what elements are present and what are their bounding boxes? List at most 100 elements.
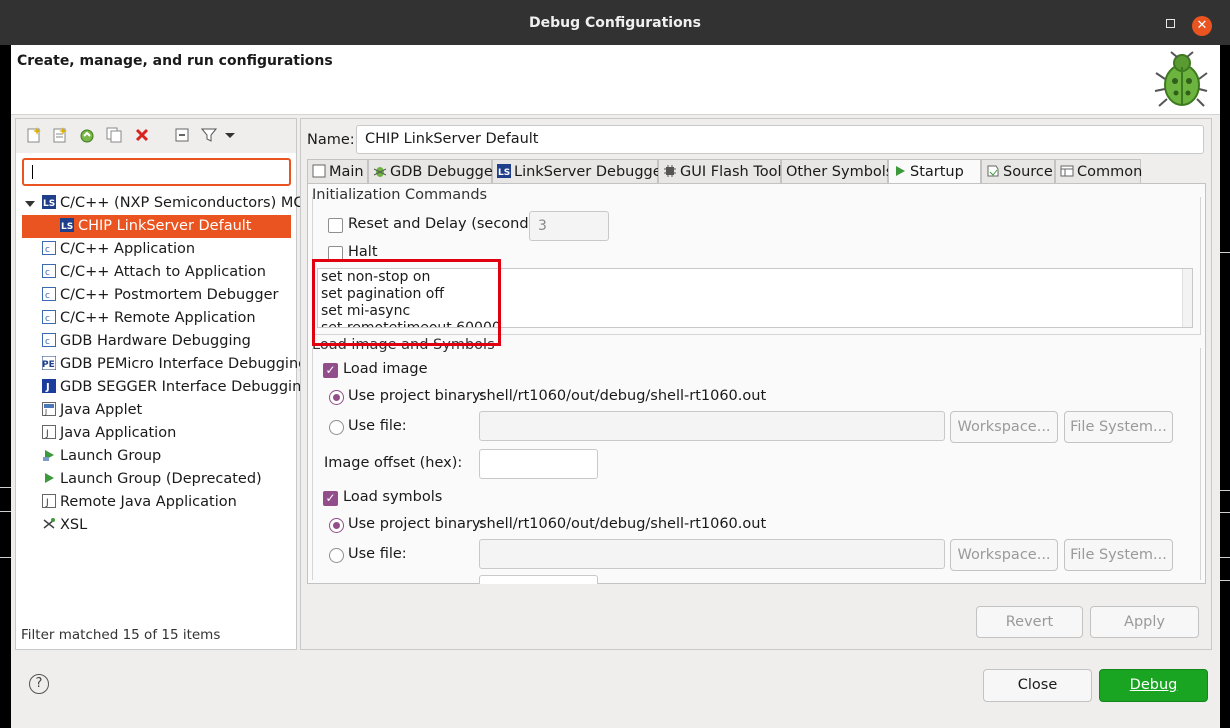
tree-item-java-application[interactable]: J Java Application (42, 422, 176, 445)
tab-source[interactable]: Source (981, 159, 1055, 184)
load-symbols-checkbox[interactable]: ✓ (323, 491, 338, 506)
background-right-edge (1220, 45, 1230, 728)
close-button[interactable]: Close (983, 669, 1092, 702)
collapse-all-icon[interactable] (174, 127, 190, 143)
svg-text:c: c (45, 245, 50, 255)
main-tab-icon (312, 164, 326, 178)
image-project-binary-radio[interactable] (329, 390, 344, 405)
revert-button[interactable]: Revert (976, 606, 1083, 638)
symbols-filesystem-button[interactable]: File System... (1064, 539, 1173, 571)
reset-delay-checkbox[interactable] (328, 218, 343, 233)
c-app-icon: c (42, 287, 56, 301)
export-configuration-icon[interactable] (79, 127, 95, 143)
new-prototype-icon[interactable] (52, 127, 68, 143)
tree-item-gdb-pemicro[interactable]: PE GDB PEMicro Interface Debugging (42, 353, 307, 376)
tree-item-gdb-segger[interactable]: J GDB SEGGER Interface Debugging (42, 376, 310, 399)
configuration-editor-pane: Name: CHIP LinkServer Default Main GDB D… (300, 118, 1212, 650)
ls-icon: LS (497, 164, 511, 178)
chevron-down-icon[interactable] (224, 127, 236, 143)
svg-text:c: c (45, 291, 50, 301)
image-workspace-button[interactable]: Workspace... (950, 411, 1058, 443)
highlight-annotation-box (312, 259, 501, 346)
svg-text:LS: LS (498, 168, 510, 178)
svg-text:J: J (45, 429, 49, 439)
chip-icon (664, 165, 676, 177)
load-image-label: Load image (343, 361, 428, 377)
filter-input[interactable] (22, 158, 291, 186)
svg-text:c: c (45, 337, 50, 347)
launch-group-icon (43, 450, 54, 461)
tab-main[interactable]: Main (307, 159, 368, 184)
ls-icon: LS (42, 195, 56, 209)
header-title: Create, manage, and run configurations (17, 53, 333, 69)
symbol-offset-field[interactable] (479, 575, 598, 584)
maximize-icon[interactable] (1166, 19, 1175, 28)
textarea-scrollbar[interactable] (1182, 269, 1192, 327)
duplicate-configuration-icon[interactable] (106, 127, 122, 143)
title-bar: Debug Configurations ✕ (0, 0, 1230, 45)
startup-tab-content: Initialization Commands Reset and Delay … (307, 183, 1206, 584)
filter-icon[interactable] (201, 127, 217, 143)
tab-other-symbols[interactable]: Other Symbols (781, 159, 893, 184)
tree-item-cpp-remote[interactable]: c C/C++ Remote Application (42, 307, 256, 330)
tree-item-cpp-postmortem[interactable]: c C/C++ Postmortem Debugger (42, 284, 278, 307)
configuration-list-pane: LS C/C++ (NXP Semiconductors) MCU ... LS C… (15, 118, 333, 650)
expand-arrow-icon[interactable] (25, 199, 35, 209)
remote-java-icon: J (42, 494, 56, 508)
svg-text:J: J (45, 498, 49, 508)
tree-item-cpp-attach[interactable]: c C/C++ Attach to Application (42, 261, 266, 284)
tab-common[interactable]: Common (1055, 159, 1142, 184)
xsl-icon (43, 518, 55, 529)
delete-configuration-icon[interactable] (134, 127, 150, 143)
tab-startup[interactable]: Startup (888, 159, 981, 185)
close-window-button[interactable]: ✕ (1192, 16, 1212, 36)
tree-item-java-applet[interactable]: J Java Applet (42, 399, 142, 422)
svg-text:J: J (45, 382, 50, 393)
dialog-header: Create, manage, and run configurations (11, 45, 1220, 115)
tree-item-launch-group[interactable]: Launch Group (42, 445, 161, 468)
load-symbols-label: Load symbols (343, 489, 443, 505)
source-icon (987, 165, 999, 177)
svg-text:c: c (45, 268, 50, 278)
tree-item-launch-group-deprecated[interactable]: Launch Group (Deprecated) (42, 468, 262, 491)
filter-status: Filter matched 15 of 15 items (21, 627, 221, 643)
new-configuration-icon[interactable] (26, 127, 42, 143)
symbols-project-binary-path: shell/rt1060/out/debug/shell-rt1060.out (479, 516, 767, 532)
load-image-checkbox[interactable]: ✓ (323, 363, 338, 378)
tree-item-gdb-hardware[interactable]: c GDB Hardware Debugging (42, 330, 251, 353)
background-left-edge (0, 45, 11, 728)
tree-item-xsl[interactable]: XSL (42, 514, 87, 537)
image-use-file-label: Use file: (348, 418, 407, 434)
help-icon[interactable]: ? (29, 674, 49, 694)
image-project-binary-label: Use project binary: (348, 388, 485, 404)
debug-bug-icon (1154, 51, 1208, 107)
tree-item-remote-java[interactable]: J Remote Java Application (42, 491, 237, 514)
debug-button[interactable]: Debug (1099, 669, 1208, 702)
symbols-use-file-label: Use file: (348, 546, 407, 562)
image-filesystem-button[interactable]: File System... (1064, 411, 1173, 443)
apply-button[interactable]: Apply (1090, 606, 1199, 638)
common-icon (1060, 165, 1074, 177)
svg-text:LS: LS (43, 199, 55, 209)
c-app-icon: c (42, 264, 56, 278)
image-offset-field[interactable] (479, 449, 598, 479)
tab-gdb-debugger[interactable]: GDB Debugger (368, 159, 499, 184)
tree-item-chip-linkserver-default[interactable]: LS CHIP LinkServer Default (22, 215, 291, 238)
image-use-file-radio[interactable] (329, 420, 344, 435)
name-label: Name: (307, 132, 355, 148)
tab-gui-flash-tool[interactable]: GUI Flash Tool (658, 159, 782, 184)
name-field[interactable]: CHIP LinkServer Default (356, 125, 1204, 154)
left-toolbar (16, 119, 296, 153)
svg-text:c: c (45, 314, 50, 324)
symbols-file-field[interactable] (479, 539, 945, 569)
symbols-use-file-radio[interactable] (329, 548, 344, 563)
symbols-workspace-button[interactable]: Workspace... (950, 539, 1058, 571)
symbols-project-binary-radio[interactable] (329, 518, 344, 533)
play-icon (896, 166, 905, 176)
image-file-field[interactable] (479, 411, 945, 441)
image-offset-label: Image offset (hex): (324, 455, 463, 471)
reset-delay-field[interactable]: 3 (529, 211, 609, 241)
tree-item-nxp-mcu[interactable]: LS C/C++ (NXP Semiconductors) MCU ... (42, 192, 333, 215)
tree-item-cpp-application[interactable]: c C/C++ Application (42, 238, 195, 261)
tab-linkserver-debugger[interactable]: LS LinkServer Debugger (492, 159, 668, 184)
